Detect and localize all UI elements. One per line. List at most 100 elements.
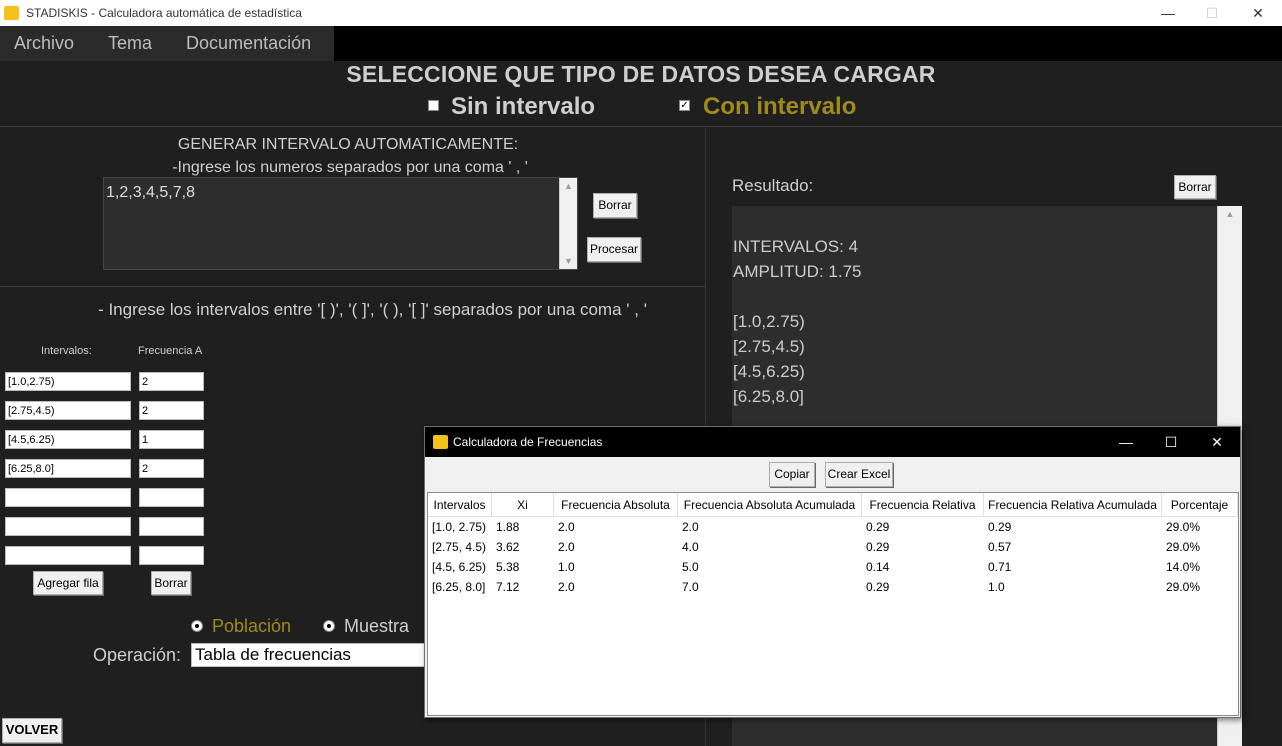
table-cell: [4.5, 6.25) bbox=[432, 560, 487, 574]
frecuencia-input[interactable]: 1 bbox=[139, 430, 204, 449]
table-cell: 0.29 bbox=[866, 540, 890, 554]
page-title: SELECCIONE QUE TIPO DE DATOS DESEA CARGA… bbox=[346, 61, 936, 87]
result-borrar-button[interactable]: Borrar bbox=[1174, 175, 1216, 199]
table-cell: 0.29 bbox=[988, 520, 1012, 534]
intervalo-input[interactable] bbox=[5, 488, 131, 507]
copiar-button[interactable]: Copiar bbox=[769, 462, 815, 487]
table-cell: 29.0% bbox=[1166, 520, 1201, 534]
operacion-select[interactable]: Tabla de frecuencias bbox=[191, 643, 431, 667]
result-line bbox=[733, 284, 1242, 309]
popup-title: Calculadora de Frecuencias bbox=[453, 435, 603, 449]
column-header[interactable]: Porcentaje bbox=[1162, 493, 1238, 517]
table-cell: [1.0, 2.75) bbox=[432, 520, 487, 534]
intervalo-input[interactable]: [1.0,2.75) bbox=[5, 372, 131, 391]
intervalo-input[interactable] bbox=[5, 546, 131, 565]
table-cell: 29.0% bbox=[1166, 540, 1201, 554]
table-cell: 0.71 bbox=[988, 560, 1012, 574]
auto-interval-instruction: -Ingrese los numeros separados por una c… bbox=[172, 159, 528, 176]
data-type-header: SELECCIONE QUE TIPO DE DATOS DESEA CARGA… bbox=[0, 61, 1282, 127]
result-line: [2.75,4.5) bbox=[733, 337, 805, 356]
table-cell: 2.0 bbox=[558, 540, 575, 554]
column-header[interactable]: Frecuencia Absoluta Acumulada bbox=[678, 493, 862, 517]
intervalo-input[interactable] bbox=[5, 517, 131, 536]
scroll-up-icon[interactable]: ▲ bbox=[1218, 206, 1242, 222]
frecuencia-input[interactable] bbox=[139, 488, 204, 507]
result-line: INTERVALOS: 4 bbox=[733, 237, 859, 256]
resultado-label: Resultado: bbox=[732, 176, 814, 195]
con-intervalo-label: Con intervalo bbox=[703, 93, 857, 120]
popup-logo-icon bbox=[433, 435, 448, 449]
column-header[interactable]: Intervalos bbox=[428, 493, 492, 517]
table-cell: 0.14 bbox=[866, 560, 890, 574]
numbers-textarea[interactable]: 1,2,3,4,5,7,8 ▲ ▼ bbox=[103, 177, 578, 270]
frecuencia-input[interactable]: 2 bbox=[139, 401, 204, 420]
manual-interval-instruction: - Ingrese los intervalos entre '[ )', '(… bbox=[98, 300, 647, 319]
numbers-value: 1,2,3,4,5,7,8 bbox=[106, 184, 195, 201]
maximize-button[interactable]: ☐ bbox=[1189, 2, 1235, 24]
table-cell: 4.0 bbox=[682, 540, 699, 554]
frequency-calculator-window: Calculadora de Frecuencias — ☐ ✕ Copiar … bbox=[424, 426, 1241, 718]
frecuencia-input[interactable]: 2 bbox=[139, 459, 204, 478]
crear-excel-button[interactable]: Crear Excel bbox=[825, 462, 893, 487]
table-cell: 2.0 bbox=[682, 520, 699, 534]
manual-borrar-button[interactable]: Borrar bbox=[151, 571, 191, 595]
section-divider bbox=[0, 286, 706, 287]
table-cell: [6.25, 8.0] bbox=[432, 580, 486, 594]
sin-intervalo-label: Sin intervalo bbox=[451, 93, 596, 120]
table-cell: 2.0 bbox=[558, 520, 575, 534]
column-header[interactable]: Frecuencia Relativa Acumulada bbox=[984, 493, 1162, 517]
menu-archivo[interactable]: Archivo bbox=[14, 33, 74, 54]
window-title: STADISKIS - Calculadora automática de es… bbox=[26, 6, 302, 20]
result-line: [6.25,8.0] bbox=[733, 387, 804, 406]
table-cell: 0.29 bbox=[866, 520, 890, 534]
agregar-fila-button[interactable]: Agregar fila bbox=[33, 571, 103, 595]
menu-documentacion[interactable]: Documentación bbox=[186, 33, 311, 54]
popup-maximize-button[interactable]: ☐ bbox=[1148, 431, 1194, 453]
table-cell: 1.0 bbox=[988, 580, 1005, 594]
poblacion-radio[interactable] bbox=[191, 620, 203, 632]
column-header[interactable]: Frecuencia Relativa bbox=[862, 493, 984, 517]
table-cell: 1.0 bbox=[558, 560, 575, 574]
intervalos-column-header: Intervalos: bbox=[41, 345, 92, 357]
popup-close-button[interactable]: ✕ bbox=[1194, 431, 1240, 453]
table-cell: 3.62 bbox=[496, 540, 520, 554]
scroll-down-icon[interactable]: ▼ bbox=[560, 253, 577, 269]
menu-tema[interactable]: Tema bbox=[108, 33, 152, 54]
auto-interval-title: GENERAR INTERVALO AUTOMATICAMENTE: bbox=[177, 136, 519, 153]
intervalo-input[interactable]: [4.5,6.25) bbox=[5, 430, 131, 449]
sin-intervalo-checkbox[interactable] bbox=[428, 100, 439, 111]
close-button[interactable]: ✕ bbox=[1235, 2, 1281, 24]
minimize-button[interactable]: — bbox=[1145, 2, 1191, 24]
frequency-table[interactable]: Intervalos Xi Frecuencia Absoluta Frecuenci… bbox=[427, 492, 1239, 716]
auto-borrar-button[interactable]: Borrar bbox=[593, 193, 637, 218]
table-cell: 7.0 bbox=[682, 580, 699, 594]
column-header[interactable]: Frecuencia Absoluta bbox=[554, 493, 678, 517]
procesar-button[interactable]: Procesar bbox=[587, 237, 641, 262]
textarea-scrollbar[interactable]: ▲ ▼ bbox=[559, 178, 577, 269]
table-cell: 5.38 bbox=[496, 560, 520, 574]
frecuencia-input[interactable] bbox=[139, 546, 204, 565]
table-cell: 14.0% bbox=[1166, 560, 1201, 574]
popup-minimize-button[interactable]: — bbox=[1103, 431, 1149, 453]
con-intervalo-checkbox[interactable]: ✓ bbox=[679, 100, 690, 111]
result-line: [1.0,2.75) bbox=[733, 312, 805, 331]
table-cell: 0.29 bbox=[866, 580, 890, 594]
intervalo-input[interactable]: [2.75,4.5) bbox=[5, 401, 131, 420]
table-cell: 1.88 bbox=[496, 520, 520, 534]
volver-button[interactable]: VOLVER bbox=[2, 718, 62, 743]
muestra-radio[interactable] bbox=[323, 620, 335, 632]
poblacion-label: Población bbox=[212, 616, 292, 636]
scroll-up-icon[interactable]: ▲ bbox=[560, 178, 577, 194]
table-cell: [2.75, 4.5) bbox=[432, 540, 487, 554]
menu-bar: Archivo Tema Documentación bbox=[0, 26, 1282, 61]
table-cell: 2.0 bbox=[558, 580, 575, 594]
popup-titlebar: Calculadora de Frecuencias — ☐ ✕ bbox=[425, 427, 1240, 457]
frecuencia-input[interactable] bbox=[139, 517, 204, 536]
table-cell: 5.0 bbox=[682, 560, 699, 574]
intervalo-input[interactable]: [6.25,8.0] bbox=[5, 459, 131, 478]
window-titlebar: STADISKIS - Calculadora automática de es… bbox=[0, 0, 1282, 26]
app-logo-icon bbox=[4, 6, 19, 20]
column-header[interactable]: Xi bbox=[492, 493, 554, 517]
table-cell: 7.12 bbox=[496, 580, 520, 594]
frecuencia-input[interactable]: 2 bbox=[139, 372, 204, 391]
